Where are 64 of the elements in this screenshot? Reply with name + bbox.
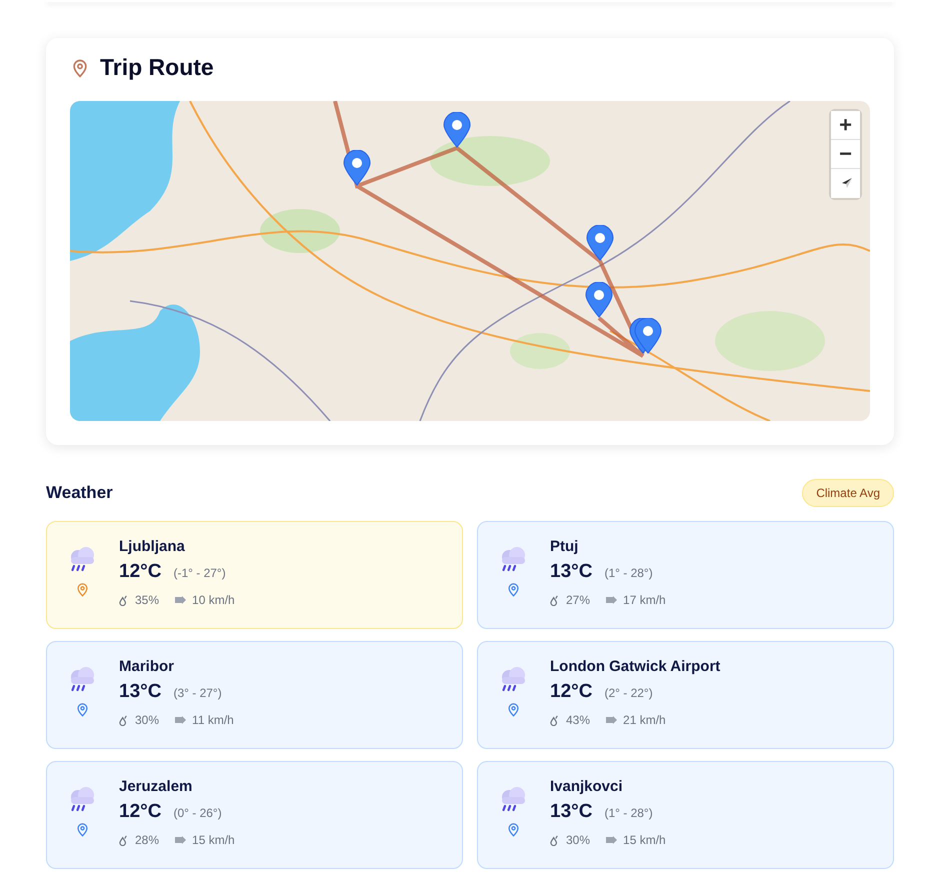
map-marker-icon[interactable] [585,282,613,318]
humidity-value: 30% [566,833,590,847]
location-pin-icon [506,822,520,837]
city-name: Ptuj [550,538,580,555]
wind-speed: 10 km/h [192,593,235,607]
temperature: 13°C [550,801,592,823]
map[interactable]: + − [70,101,870,421]
temperature-range: (3° - 27°) [173,686,222,700]
card-title: Trip Route [100,54,214,81]
climate-avg-badge: Climate Avg [802,479,894,507]
weather-card[interactable]: Jeruzalem 12°C (0° - 26°) 28% 15 km/h [46,761,463,869]
wind-icon [606,715,618,725]
weather-card[interactable]: Ptuj 13°C (1° - 28°) 27% 17 km/h [477,521,894,629]
wind-icon [175,835,188,845]
wind-speed: 17 km/h [623,593,666,607]
wind-speed: 15 km/h [192,833,235,847]
wind-speed: 21 km/h [623,713,666,727]
humidity-icon [119,594,130,606]
humidity-icon [119,834,130,846]
wind-icon [175,595,188,605]
weather-card[interactable]: Ljubljana 12°C (-1° - 27°) 35% 10 km/h [46,521,463,629]
map-marker-icon[interactable] [343,150,371,186]
wind-speed: 15 km/h [623,833,666,847]
humidity-icon [119,714,130,726]
temperature: 13°C [119,681,162,703]
map-marker-icon[interactable] [443,112,471,148]
wind-icon [606,595,618,605]
humidity-icon [550,714,561,726]
humidity-icon [550,594,561,606]
weather-card[interactable]: Ivanjkovci 13°C (1° - 28°) 30% 15 km/h [477,761,894,869]
location-pin-icon [74,822,90,837]
city-name: Ljubljana [119,538,186,555]
location-pin-icon [74,702,90,717]
temperature-range: (2° - 22°) [604,686,653,700]
temperature: 13°C [550,561,592,583]
temperature: 12°C [550,681,592,703]
temperature: 12°C [119,801,162,823]
city-name: Maribor [119,658,176,675]
zoom-in-button[interactable]: + [831,111,860,140]
location-pin-icon [506,582,520,597]
humidity-value: 30% [135,713,160,727]
section-title: Weather [46,483,113,503]
location-pin-icon [506,702,520,717]
weather-card[interactable]: London Gatwick Airport 12°C (2° - 22°) 43% 21 km/h [477,641,894,749]
city-name: London Gatwick Airport [550,658,720,675]
humidity-value: 27% [566,593,590,607]
humidity-value: 35% [135,593,160,607]
city-name: Ivanjkovci [550,778,624,795]
humidity-value: 28% [135,833,160,847]
temperature-range: (-1° - 27°) [173,566,226,580]
wind-speed: 11 km/h [192,713,234,727]
wind-icon [175,715,188,725]
map-marker-cluster-icon[interactable] [629,318,662,354]
city-name: Jeruzalem [119,778,194,795]
temperature-range: (0° - 26°) [173,806,222,820]
humidity-value: 43% [566,713,590,727]
map-marker-icon[interactable] [586,225,614,261]
weather-card[interactable]: Maribor 13°C (3° - 27°) 30% 11 km/h [46,641,463,749]
wind-icon [606,835,618,845]
temperature-range: (1° - 28°) [604,566,653,580]
humidity-icon [550,834,561,846]
location-pin-icon [74,582,90,597]
temperature-range: (1° - 28°) [604,806,653,820]
temperature: 12°C [119,561,162,583]
